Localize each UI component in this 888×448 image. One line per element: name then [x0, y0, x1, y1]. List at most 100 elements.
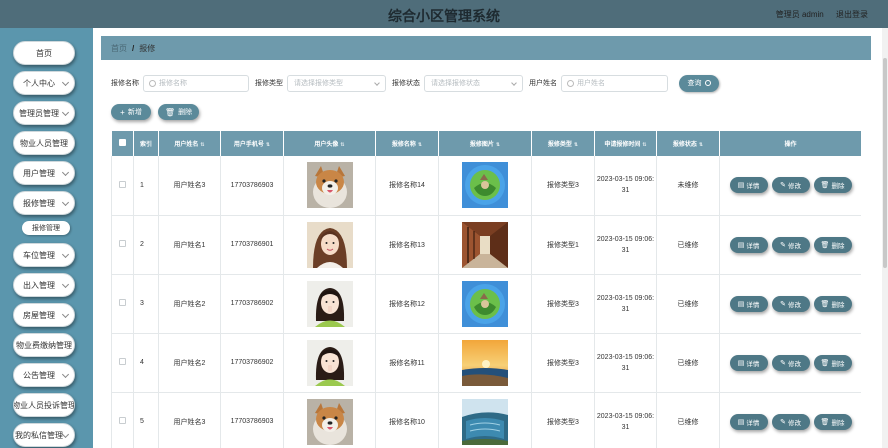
repair-type-select[interactable]: 请选择报修类型 [287, 74, 386, 92]
row-select-cell[interactable] [111, 215, 134, 275]
row-select-cell[interactable] [111, 156, 134, 216]
row-checkbox[interactable] [119, 417, 126, 424]
row-select-cell[interactable] [111, 333, 134, 393]
apply-time-text: 2023-03-15 09:06:31 [596, 176, 655, 195]
chevron-down-icon [61, 108, 70, 117]
cell-apply-time: 2023-03-15 09:06:31 [594, 274, 657, 334]
delete-button[interactable]: 🗑 删除 [813, 413, 852, 430]
apply-time-text: 2023-03-15 09:06:31 [596, 353, 655, 372]
repair-photo[interactable] [462, 339, 508, 386]
edit-button[interactable]: ✎ 修改 [771, 177, 810, 194]
repair-status-select[interactable]: 请选择报修状态 [424, 74, 523, 92]
sidebar-item[interactable]: 出入管理 [13, 273, 75, 297]
delete-button[interactable]: 🗑 删除 [813, 236, 852, 253]
delete-button[interactable]: 🗑 删除 [813, 295, 852, 312]
table-row: 5 用户姓名3 17703786903 报修名称10 报修类型3 2023-03-15 0… [111, 392, 861, 448]
row-checkbox[interactable] [119, 240, 126, 247]
repair-photo[interactable] [462, 221, 508, 268]
row-checkbox[interactable] [119, 299, 126, 306]
th-repair-type[interactable]: 报修类型 ⇅ [531, 131, 595, 156]
detail-button[interactable]: ▤ 详情 [729, 354, 768, 371]
user-name-label: 用户姓名 [529, 80, 557, 87]
sidebar-item-label: 用户管理 [23, 168, 55, 178]
user-name-input[interactable]: 用户姓名 [561, 74, 668, 92]
cell-apply-time: 2023-03-15 09:06:31 [594, 392, 657, 448]
sidebar-subitem-repair[interactable]: 报修管理 [22, 221, 70, 235]
row-select-cell[interactable] [111, 392, 134, 448]
sidebar-item[interactable]: 用户管理 [13, 161, 75, 185]
breadcrumb-separator: / [132, 43, 135, 53]
sidebar-item[interactable]: 车位管理 [13, 243, 75, 267]
cell-repair-status: 未维修 [656, 156, 720, 216]
detail-button[interactable]: ▤ 详情 [729, 177, 768, 194]
sort-icon: ⇅ [642, 142, 647, 148]
repair-photo[interactable] [462, 398, 508, 445]
edit-button[interactable]: ✎ 修改 [771, 295, 810, 312]
th-repair-name[interactable]: 报修名称 ⇅ [375, 131, 439, 156]
query-label: 查询 [687, 80, 702, 87]
sidebar-item[interactable]: 物业费缴纳管理 [13, 333, 75, 357]
scrollbar-thumb[interactable] [883, 58, 887, 268]
detail-button[interactable]: ▤ 详情 [729, 295, 768, 312]
apply-time-text: 2023-03-15 09:06:31 [596, 235, 655, 254]
cell-repair-image [438, 333, 532, 393]
edit-icon: ✎ [780, 300, 786, 308]
sidebar-item[interactable]: 物业人员投诉管理 [13, 393, 75, 417]
row-checkbox[interactable] [119, 358, 126, 365]
edit-button[interactable]: ✎ 修改 [771, 413, 810, 430]
th-apply-time[interactable]: 申请报修时间 ⇅ [594, 131, 657, 156]
th-repair-status[interactable]: 报修状态 ⇅ [656, 131, 720, 156]
detail-icon: ▤ [737, 418, 745, 426]
query-button[interactable]: 查询 [679, 74, 719, 92]
cell-repair-type: 报修类型3 [531, 333, 595, 393]
apply-time-text: 2023-03-15 09:06:31 [596, 412, 655, 431]
select-all-checkbox[interactable] [118, 139, 126, 146]
sidebar-item[interactable]: 房屋管理 [13, 303, 75, 327]
breadcrumb-home[interactable]: 首页 [111, 43, 127, 54]
th-repair-image[interactable]: 报修图片 ⇅ [438, 131, 532, 156]
cell-apply-time: 2023-03-15 09:06:31 [594, 215, 657, 275]
sidebar-item[interactable]: 报修管理 [13, 191, 75, 215]
logout-link[interactable]: 退出登录 [836, 10, 868, 19]
sidebar-item[interactable]: 个人中心 [13, 71, 75, 95]
cell-repair-image [438, 215, 532, 275]
sidebar-item[interactable]: 公告管理 [13, 363, 75, 387]
th-avatar[interactable]: 用户头像 ⇅ [283, 131, 376, 156]
cell-phone: 17703786901 [220, 215, 284, 275]
page-scrollbar[interactable] [882, 28, 888, 448]
edit-button[interactable]: ✎ 修改 [771, 354, 810, 371]
detail-button[interactable]: ▤ 详情 [729, 236, 768, 253]
cell-repair-name: 报修名称12 [375, 274, 439, 334]
row-checkbox[interactable] [119, 180, 126, 188]
sidebar-item[interactable]: 管理员管理 [13, 101, 75, 125]
chevron-down-icon [374, 79, 380, 86]
repair-photo[interactable] [462, 162, 508, 209]
sidebar-item[interactable]: 物业人员管理 [13, 131, 75, 155]
row-select-cell[interactable] [111, 274, 134, 334]
repair-name-input[interactable]: 报修名称 [143, 74, 249, 92]
search-icon [567, 79, 574, 87]
cell-avatar [283, 333, 376, 393]
edit-icon: ✎ [780, 359, 786, 367]
sidebar-item[interactable]: 首页 [13, 41, 75, 65]
sidebar-item[interactable]: 我的私信管理 [13, 423, 75, 447]
cell-repair-name: 报修名称10 [375, 392, 439, 448]
repair-type-placeholder: 请选择报修类型 [294, 80, 343, 87]
cell-user-name: 用户姓名2 [158, 274, 221, 334]
cell-repair-type: 报修类型3 [531, 156, 595, 216]
cell-repair-status: 已维修 [656, 392, 720, 448]
delete-button[interactable]: 🗑 删除 [813, 177, 852, 194]
th-user-name[interactable]: 用户姓名 ⇅ [158, 131, 221, 156]
detail-button[interactable]: ▤ 详情 [729, 413, 768, 430]
select-all-cell[interactable] [111, 131, 134, 156]
add-button[interactable]: + 新增 [111, 104, 151, 120]
edit-button[interactable]: ✎ 修改 [771, 236, 810, 253]
trash-icon: 🗑 [164, 107, 176, 117]
bulk-delete-button[interactable]: 🗑 删除 [158, 104, 199, 120]
repair-photo[interactable] [462, 280, 508, 327]
th-phone[interactable]: 用户手机号 ⇅ [220, 131, 284, 156]
sort-icon: ⇅ [698, 142, 704, 148]
repair-type-label: 报修类型 [255, 80, 283, 87]
delete-button[interactable]: 🗑 删除 [813, 354, 852, 371]
cell-avatar [283, 156, 376, 216]
